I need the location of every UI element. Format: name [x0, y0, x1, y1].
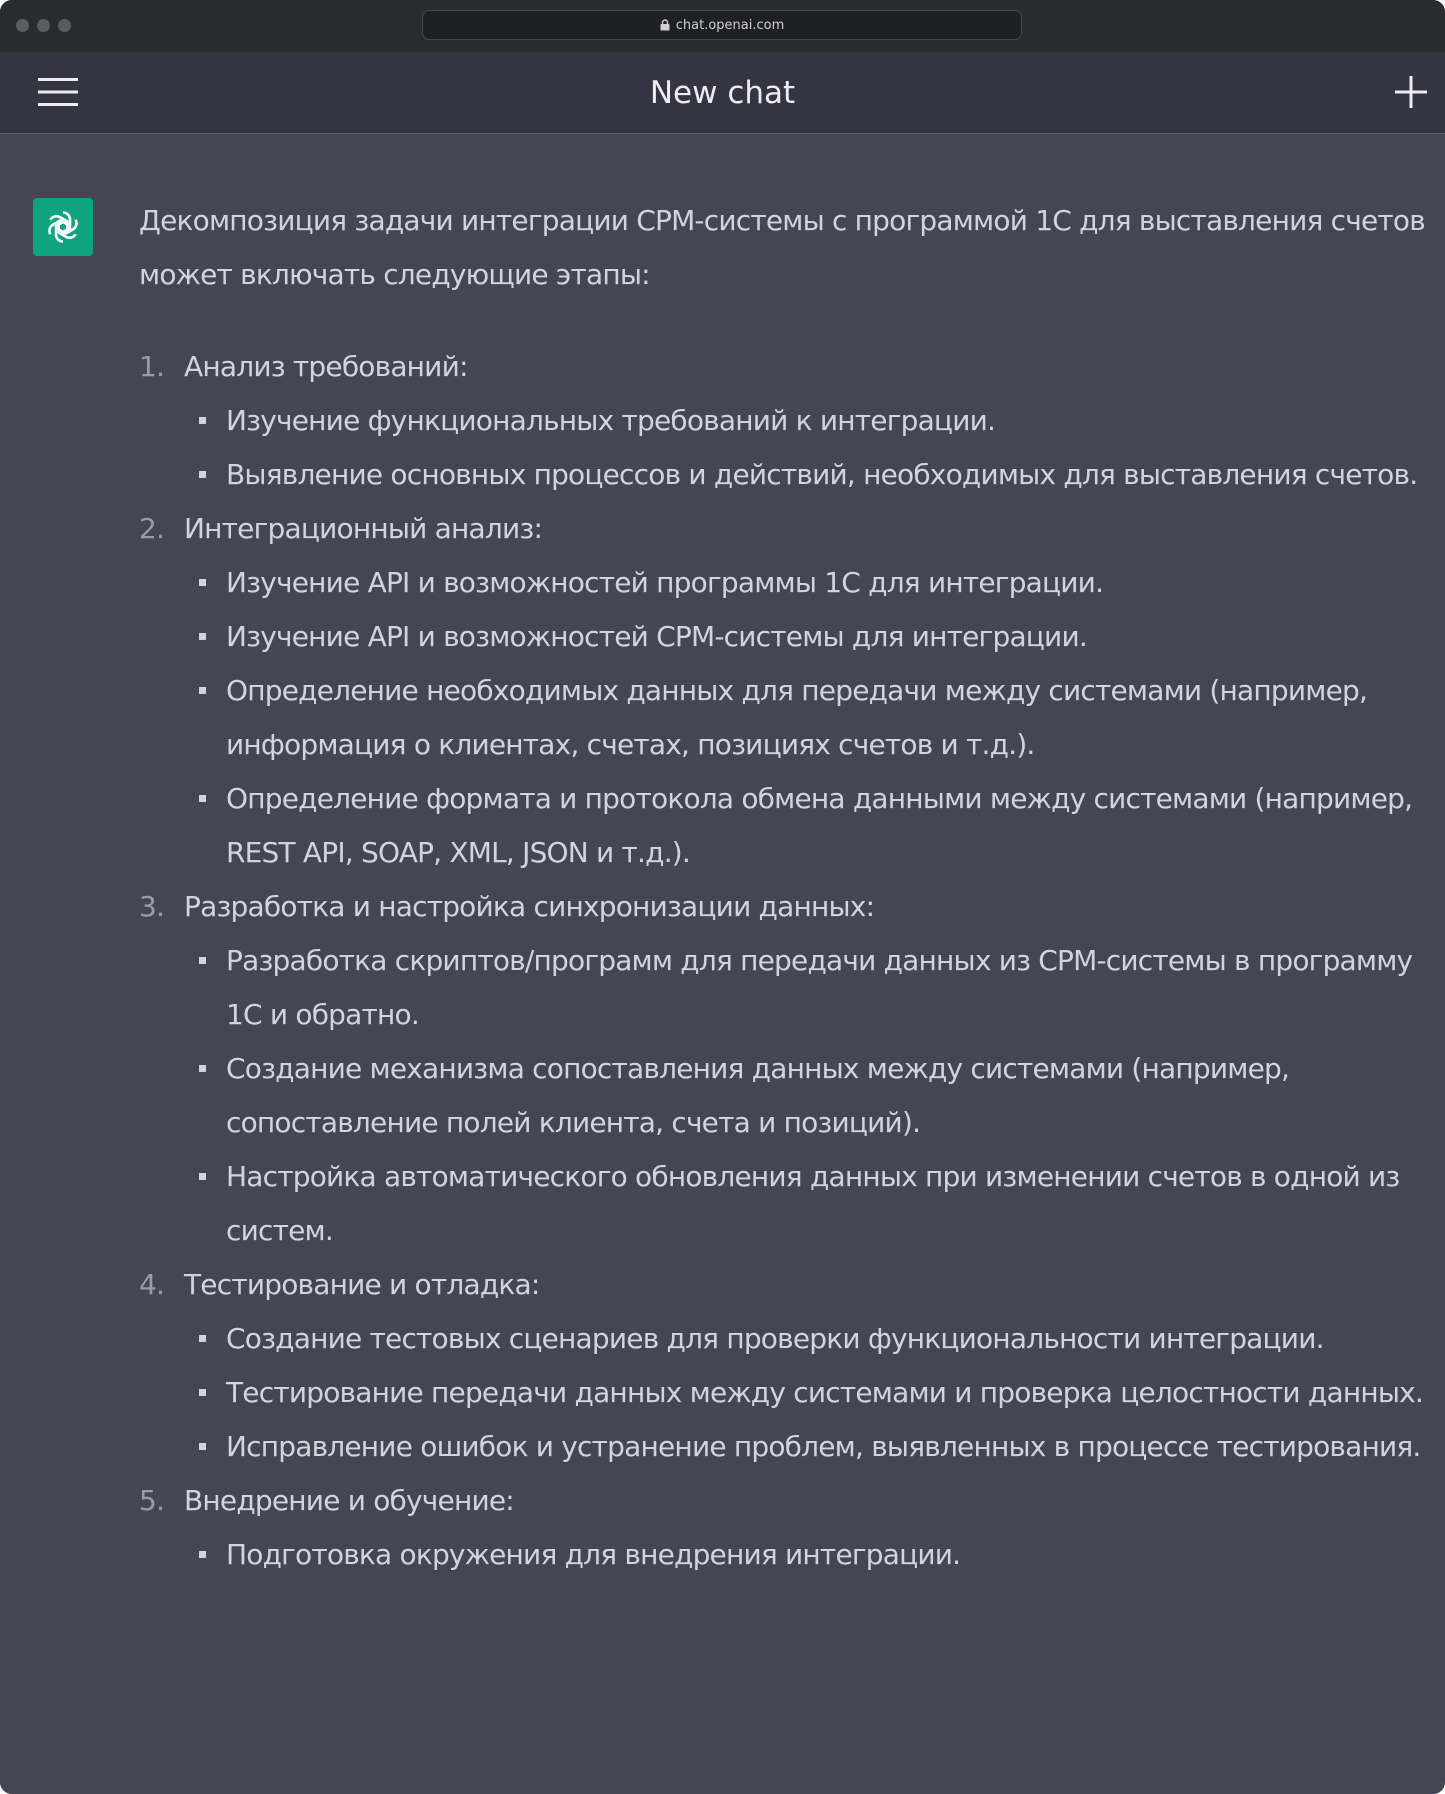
- step-subitems: Подготовка окружения для внедрения интег…: [184, 1528, 1429, 1582]
- list-item-text: Изучение API и возможностей программы 1С…: [226, 566, 1104, 599]
- step-number: 2.: [139, 512, 165, 545]
- bullet-icon: [199, 417, 206, 424]
- assistant-avatar: [33, 198, 93, 256]
- chat-header: New chat: [0, 52, 1445, 134]
- chat-thread[interactable]: Декомпозиция задачи интеграции CPM-систе…: [0, 134, 1445, 1794]
- list-item: Разработка скриптов/программ для передач…: [184, 934, 1429, 1042]
- assistant-message: Декомпозиция задачи интеграции CPM-систе…: [139, 194, 1429, 1582]
- minimize-window-dot[interactable]: [37, 19, 50, 32]
- step-title: Анализ требований:: [184, 350, 468, 383]
- list-item: Определение формата и протокола обмена д…: [184, 772, 1429, 880]
- url-text: chat.openai.com: [675, 17, 785, 33]
- step-subitems: Изучение API и возможностей программы 1С…: [184, 556, 1429, 880]
- browser-titlebar: chat.openai.com: [0, 0, 1445, 52]
- bullet-icon: [199, 471, 206, 478]
- step-title: Интеграционный анализ:: [184, 512, 543, 545]
- message-intro: Декомпозиция задачи интеграции CPM-систе…: [139, 204, 1426, 291]
- bullet-icon: [199, 687, 206, 694]
- step-number: 5.: [139, 1484, 165, 1517]
- step-subitems: Создание тестовых сценариев для проверки…: [184, 1312, 1429, 1474]
- list-item: Изучение функциональных требований к инт…: [184, 394, 1429, 448]
- list-item-text: Подготовка окружения для внедрения интег…: [226, 1538, 961, 1571]
- list-item-text: Настройка автоматического обновления дан…: [226, 1160, 1400, 1247]
- list-item: Выявление основных процессов и действий,…: [184, 448, 1429, 502]
- step-item: 2. Интеграционный анализ: Изучение API и в…: [139, 502, 1429, 880]
- step-subitems: Разработка скриптов/программ для передач…: [184, 934, 1429, 1258]
- bullet-icon: [199, 633, 206, 640]
- list-item: Определение необходимых данных для перед…: [184, 664, 1429, 772]
- bullet-icon: [199, 1551, 206, 1558]
- close-window-dot[interactable]: [16, 19, 29, 32]
- list-item-text: Определение формата и протокола обмена д…: [226, 782, 1413, 869]
- step-number: 1.: [139, 350, 165, 383]
- step-title: Тестирование и отладка:: [184, 1268, 540, 1301]
- step-item: 4. Тестирование и отладка: Создание тестов…: [139, 1258, 1429, 1474]
- bullet-icon: [199, 1443, 206, 1450]
- page-title: New chat: [649, 75, 796, 111]
- list-item-text: Изучение API и возможностей CPM-системы …: [226, 620, 1088, 653]
- step-title: Внедрение и обучение:: [184, 1484, 515, 1517]
- list-item-text: Разработка скриптов/программ для передач…: [226, 944, 1413, 1031]
- browser-window: chat.openai.com New chat Декомпозиция за…: [0, 0, 1445, 1794]
- list-item: Настройка автоматического обновления дан…: [184, 1150, 1429, 1258]
- bullet-icon: [199, 795, 206, 802]
- steps-list: 1. Анализ требований: Изучение функциональ…: [139, 340, 1429, 1582]
- plus-icon: [1395, 76, 1427, 108]
- list-item: Подготовка окружения для внедрения интег…: [184, 1528, 1429, 1582]
- list-item: Изучение API и возможностей программы 1С…: [184, 556, 1429, 610]
- bullet-icon: [199, 1065, 206, 1072]
- list-item-text: Изучение функциональных требований к инт…: [226, 404, 996, 437]
- step-item: 5. Внедрение и обучение: Подготовка окруже…: [139, 1474, 1429, 1582]
- list-item: Изучение API и возможностей CPM-системы …: [184, 610, 1429, 664]
- list-item-text: Определение необходимых данных для перед…: [226, 674, 1368, 761]
- list-item: Создание механизма сопоставления данных …: [184, 1042, 1429, 1150]
- list-item-text: Создание механизма сопоставления данных …: [226, 1052, 1290, 1139]
- step-item: 1. Анализ требований: Изучение функциональ…: [139, 340, 1429, 502]
- list-item: Исправление ошибок и устранение проблем,…: [184, 1420, 1429, 1474]
- step-number: 3.: [139, 890, 165, 923]
- bullet-icon: [199, 1335, 206, 1342]
- bullet-icon: [199, 957, 206, 964]
- openai-logo-icon: [48, 211, 78, 243]
- lock-icon: [660, 19, 670, 31]
- list-item-text: Создание тестовых сценариев для проверки…: [226, 1322, 1325, 1355]
- new-chat-button[interactable]: [1393, 74, 1429, 110]
- step-item: 3. Разработка и настройка синхронизации д…: [139, 880, 1429, 1258]
- list-item-text: Тестирование передачи данных между систе…: [226, 1376, 1424, 1409]
- list-item: Создание тестовых сценариев для проверки…: [184, 1312, 1429, 1366]
- zoom-window-dot[interactable]: [58, 19, 71, 32]
- bullet-icon: [199, 1173, 206, 1180]
- step-title: Разработка и настройка синхронизации дан…: [184, 890, 875, 923]
- list-item: Тестирование передачи данных между систе…: [184, 1366, 1429, 1420]
- bullet-icon: [199, 579, 206, 586]
- bullet-icon: [199, 1389, 206, 1396]
- address-bar[interactable]: chat.openai.com: [422, 10, 1022, 40]
- window-controls: [16, 19, 71, 32]
- step-subitems: Изучение функциональных требований к инт…: [184, 394, 1429, 502]
- list-item-text: Исправление ошибок и устранение проблем,…: [226, 1430, 1421, 1463]
- list-item-text: Выявление основных процессов и действий,…: [226, 458, 1418, 491]
- step-number: 4.: [139, 1268, 165, 1301]
